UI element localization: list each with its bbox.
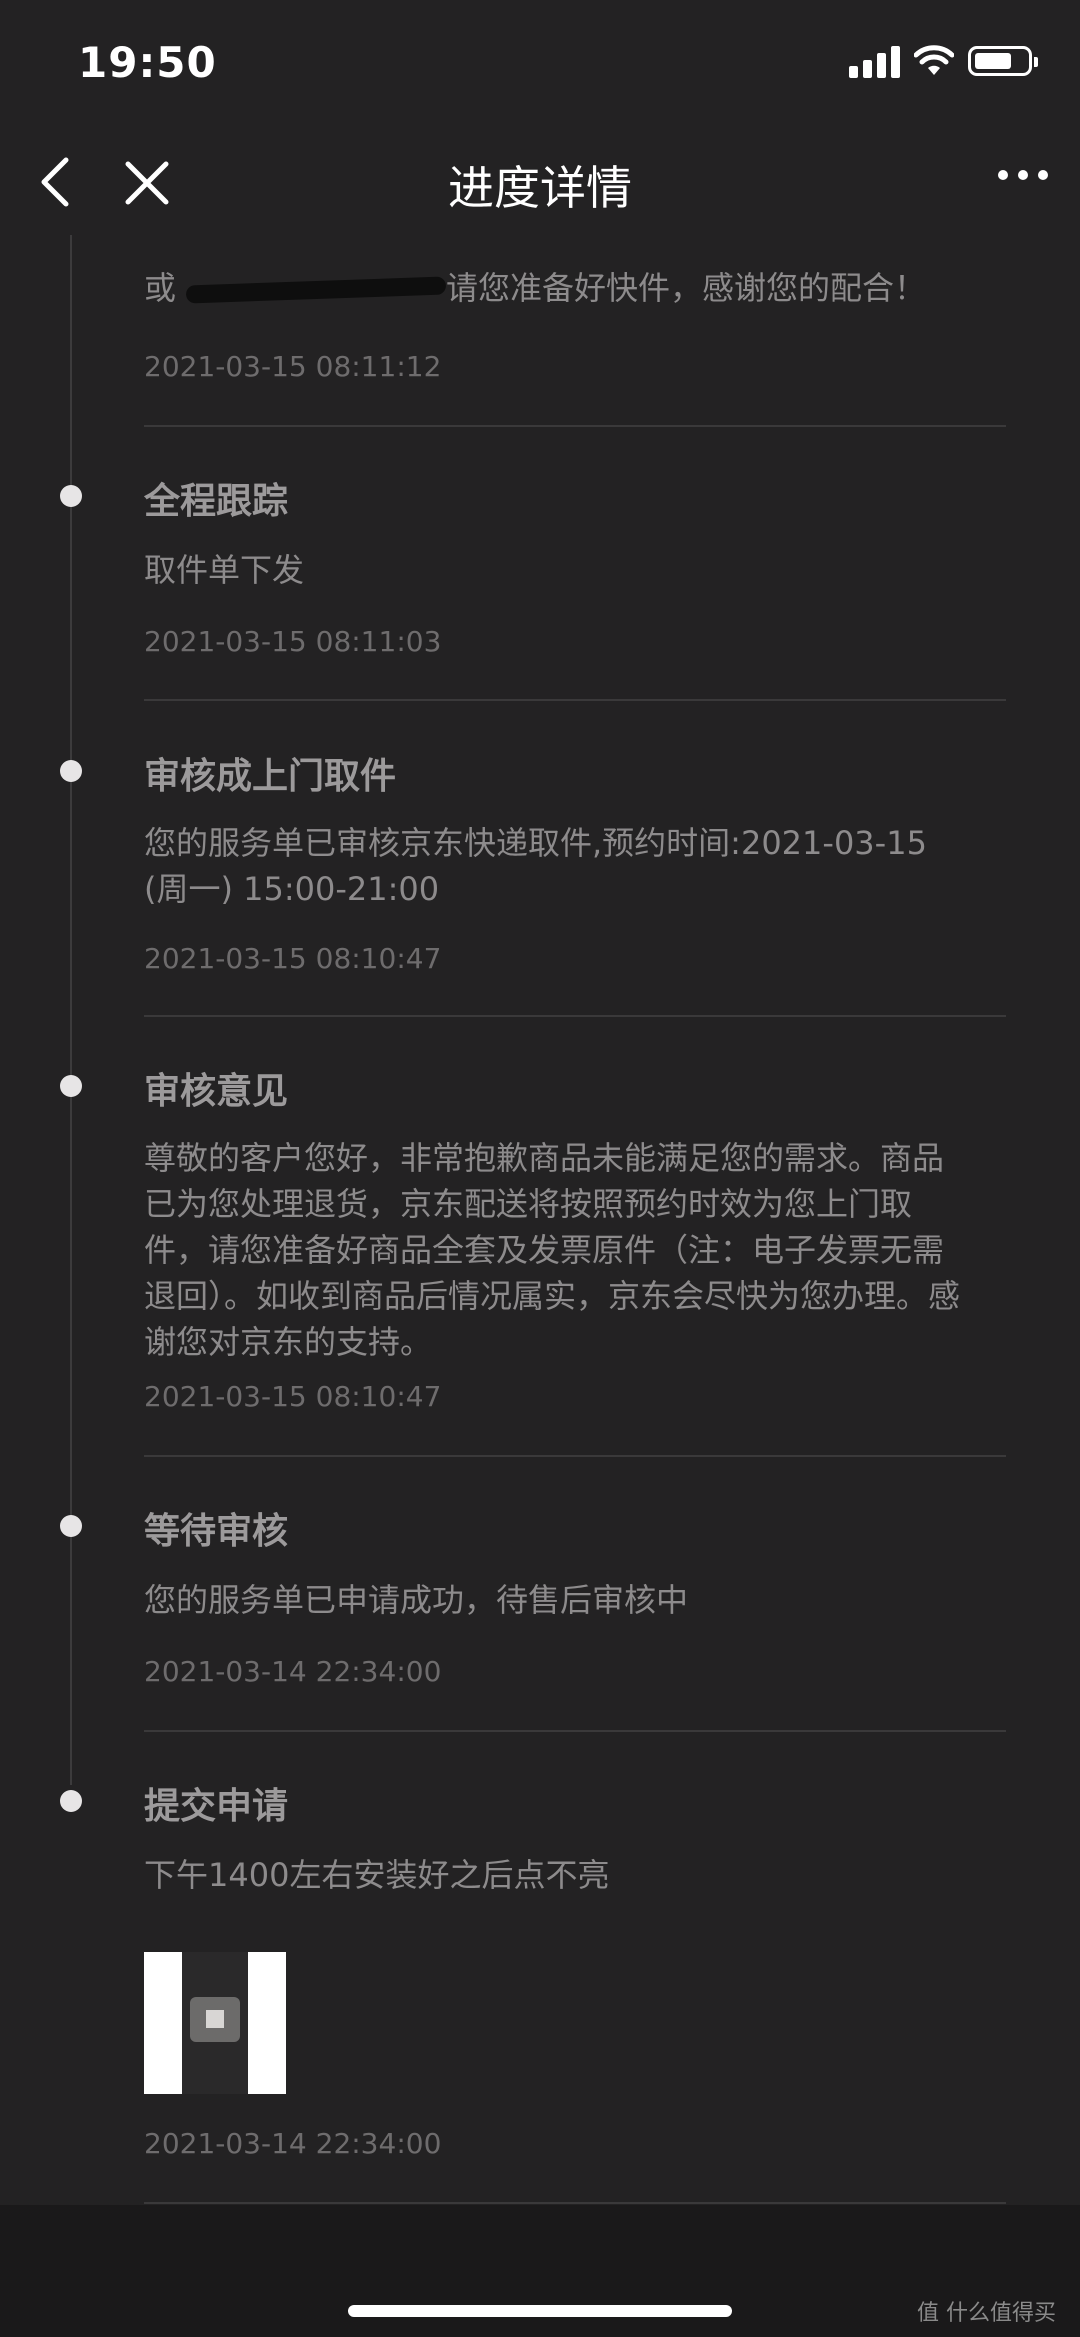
timeline-dot [60,760,82,782]
attachment-thumbnail[interactable] [144,1952,286,2094]
entry-time: 2021-03-15 08:10:47 [144,942,442,975]
entry-title: 全程跟踪 [144,481,289,522]
entry-title: 提交申请 [144,1786,289,1827]
timeline-dot [60,1515,82,1537]
status-time: 19:50 [78,38,217,87]
entry-time: 2021-03-14 22:34:00 [144,1655,442,1688]
status-icons [849,44,1038,78]
timeline-entry: 全程跟踪 取件单下发 2021-03-15 08:11:03 [0,427,1080,702]
divider [144,2202,1006,2204]
entry-body-suffix: 请您准备好快件，感谢您的配合！ [446,269,927,307]
entry-title: 等待审核 [144,1511,289,1552]
timeline-dot [60,1075,82,1097]
entry-body: 下午1400左右安装好之后点不亮 [144,1856,610,1894]
entry-body-prefix: 或 [144,269,177,307]
progress-timeline: 或 请您准备好快件，感谢您的配合！ 2021-03-15 08:11:12 全程跟… [0,235,1080,2205]
entry-time: 2021-03-15 08:11:03 [144,625,442,658]
more-icon[interactable] [998,170,1048,180]
watermark: 值 什么值得买 [917,2301,1056,2326]
timeline-entry: 提交申请 下午1400左右安装好之后点不亮 2021-03-14 22:34:0… [0,1732,1080,2205]
timeline-entry: 或 请您准备好快件，感谢您的配合！ 2021-03-15 08:11:12 [0,235,1080,427]
entry-body: 您的服务单已审核京东快递取件,预约时间:2021-03-15 (周一) 15:0… [144,824,927,908]
entry-body: 尊敬的客户您好，非常抱歉商品未能满足您的需求。商品已为您处理退货，京东配送将按照… [144,1139,961,1361]
battery-icon [968,46,1038,76]
entry-time: 2021-03-15 08:11:12 [144,350,442,383]
timeline-dot [60,485,82,507]
nav-bar: 进度详情 [0,130,1080,235]
status-bar: 19:50 [0,0,1080,130]
wifi-icon [914,45,954,75]
entry-body: 或 请您准备好快件，感谢您的配合！ [144,265,974,311]
timeline-dot [60,1790,82,1812]
entry-body: 您的服务单已申请成功，待售后审核中 [144,1581,689,1619]
entry-time: 2021-03-14 22:34:00 [144,2127,442,2160]
bottom-bar: 值 什么值得买 [0,2205,1080,2337]
entry-body: 取件单下发 [144,551,305,589]
signal-icon [849,44,900,78]
entry-title: 审核意见 [144,1071,289,1112]
timeline-entry: 审核成上门取件 您的服务单已审核京东快递取件,预约时间:2021-03-15 (… [0,702,1080,1017]
page-title: 进度详情 [448,161,632,215]
redaction-mark [176,275,446,305]
timeline-entry: 等待审核 您的服务单已申请成功，待售后审核中 2021-03-14 22:34:… [0,1457,1080,1732]
divider [144,699,1006,701]
home-indicator[interactable] [348,2305,732,2317]
entry-time: 2021-03-15 08:10:47 [144,1380,442,1413]
timeline-entry: 审核意见 尊敬的客户您好，非常抱歉商品未能满足您的需求。商品已为您处理退货，京东… [0,1017,1080,1457]
entry-title: 审核成上门取件 [144,756,397,797]
